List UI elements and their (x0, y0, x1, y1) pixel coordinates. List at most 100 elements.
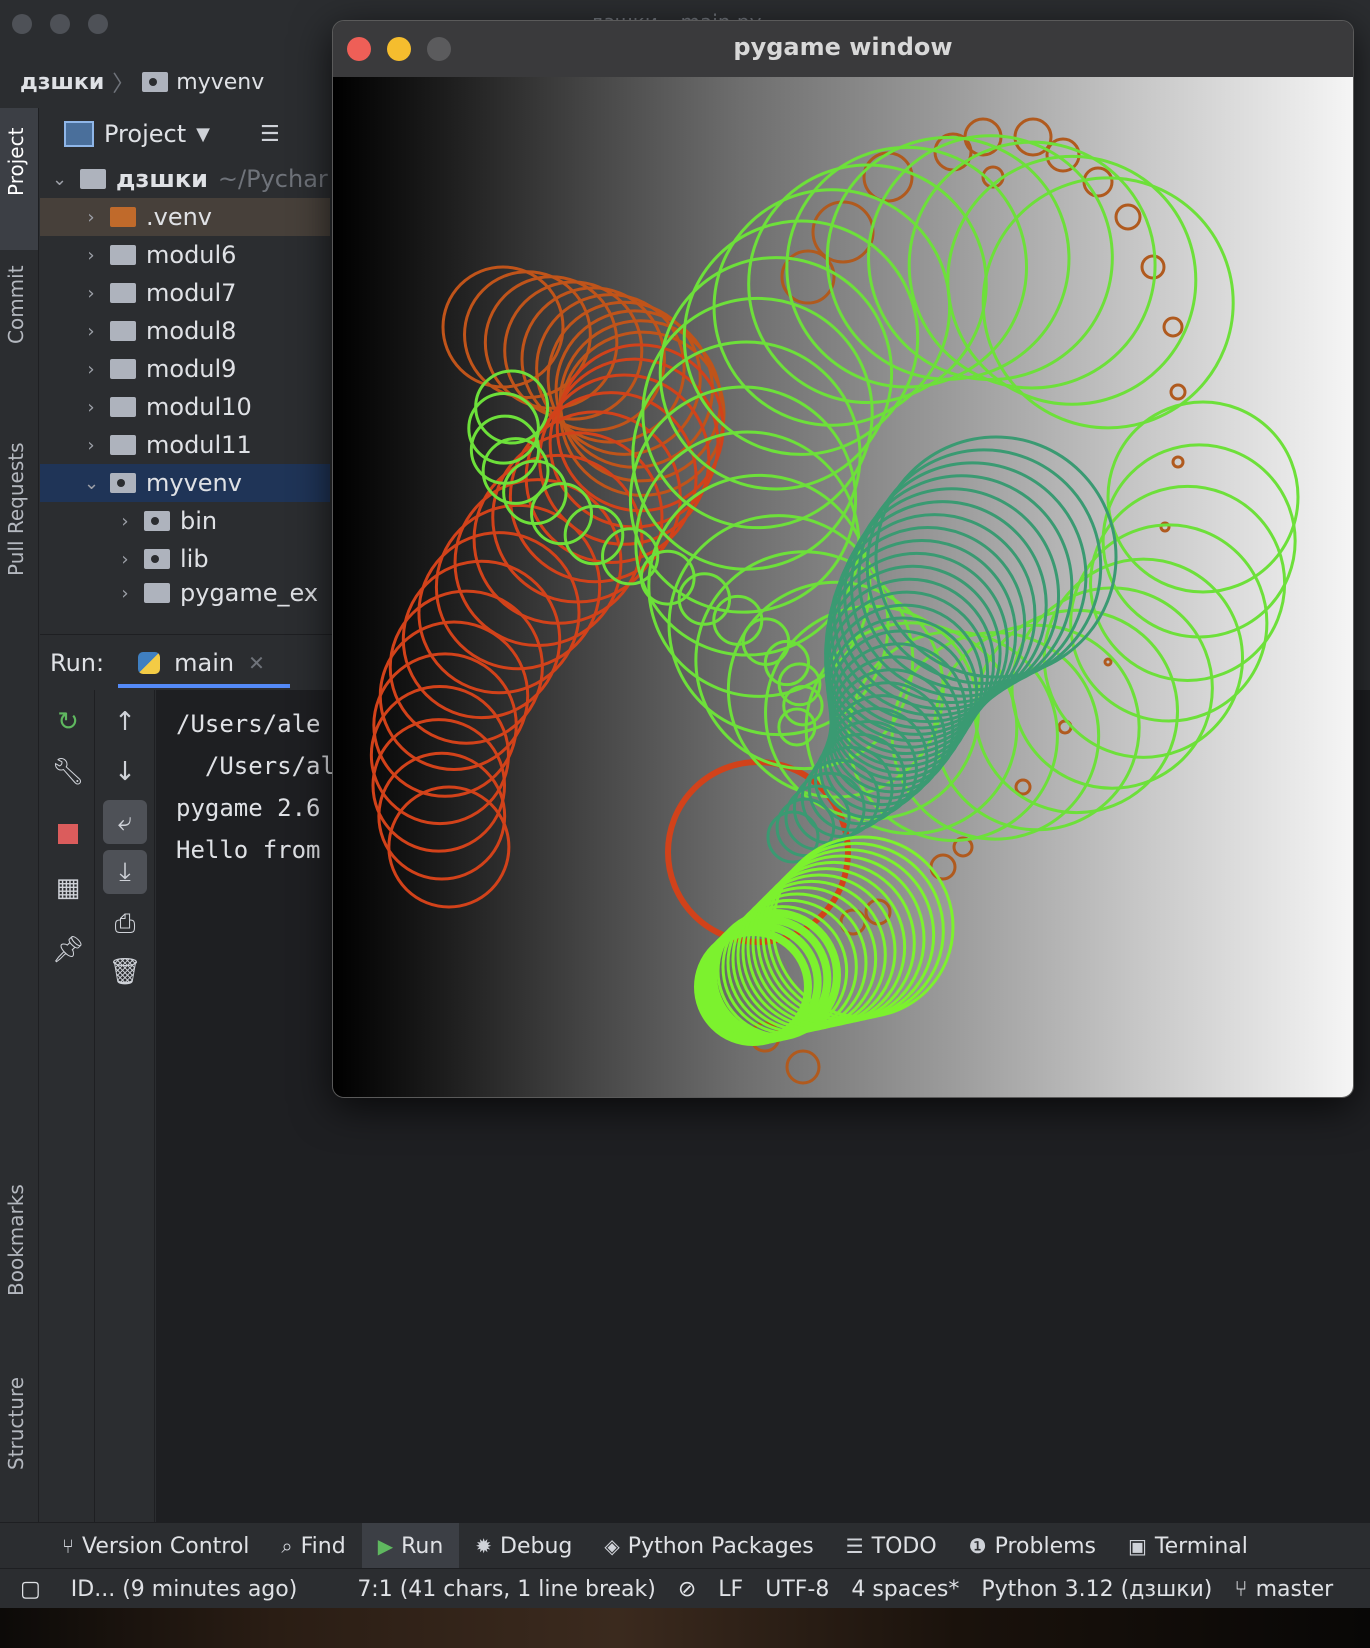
chevron-down-icon[interactable]: ⌄ (84, 473, 99, 494)
pygame-title: pygame window (733, 33, 953, 61)
desktop-background (0, 1608, 1370, 1648)
tree-item-modul8[interactable]: › modul8 (40, 312, 330, 350)
chevron-down-icon[interactable]: ⌄ (52, 169, 67, 190)
tree-item-modul10[interactable]: › modul10 (40, 388, 330, 426)
tab-todo[interactable]: ☰ TODO (830, 1523, 953, 1569)
trail-circle (634, 430, 861, 657)
stop-icon[interactable] (46, 812, 90, 856)
tab-bookmarks[interactable]: Bookmarks (4, 1184, 28, 1296)
soft-wrap-icon[interactable]: ⤶ (103, 800, 147, 844)
tree-root[interactable]: ⌄ дзшки ~/Pychar (40, 160, 330, 198)
chevron-down-icon[interactable]: ▼ (196, 124, 210, 145)
tree-item-modul6[interactable]: › modul6 (40, 236, 330, 274)
tree-item-label: modul7 (146, 279, 237, 307)
collapse-all-icon[interactable]: ☰ (260, 122, 280, 147)
console-line: Hello from (176, 836, 321, 864)
tree-item-label: modul9 (146, 355, 237, 383)
trail-circle (1089, 484, 1287, 682)
tab-python-packages[interactable]: ◈ Python Packages (588, 1523, 829, 1569)
chevron-right-icon[interactable]: › (84, 283, 98, 304)
chevron-right-icon[interactable]: › (84, 245, 98, 266)
arrow-up-icon[interactable]: ↑ (103, 700, 147, 744)
tree-item-modul11[interactable]: › modul11 (40, 426, 330, 464)
toggle-panels-icon[interactable]: ▢ (20, 1577, 41, 1602)
chevron-right-icon[interactable]: › (118, 583, 132, 604)
close-icon[interactable]: ✕ (248, 651, 265, 675)
pin-icon[interactable]: 📌︎ (46, 928, 90, 972)
tree-item-label: .venv (146, 203, 213, 231)
print-icon[interactable]: ⎙ (103, 902, 147, 946)
tree-item-pygame-ex[interactable]: › pygame_ex (40, 578, 330, 608)
run-tab-main[interactable]: main (174, 649, 234, 677)
zoom-dot[interactable] (88, 14, 108, 34)
tree-item-bin[interactable]: › bin (40, 502, 330, 540)
tab-run[interactable]: ▶ Run (361, 1523, 460, 1569)
tree-item-modul7[interactable]: › modul7 (40, 274, 330, 312)
folder-icon (110, 207, 136, 227)
tree-item-label: bin (180, 507, 218, 535)
tab-pull-requests[interactable]: Pull Requests (4, 442, 28, 576)
tree-item-label: myvenv (146, 469, 242, 497)
arrow-down-icon[interactable]: ↓ (103, 750, 147, 794)
python-icon (138, 652, 161, 674)
tab-project[interactable]: Project (4, 128, 28, 196)
tree-item-label: modul11 (146, 431, 252, 459)
tab-commit[interactable]: Commit (4, 265, 28, 344)
status-line-separator[interactable]: LF (718, 1577, 743, 1602)
run-panel-header: Run: main ✕ (40, 634, 340, 691)
scroll-to-end-icon[interactable]: ⤓ (103, 850, 147, 894)
tree-item-myvenv[interactable]: ⌄ myvenv (40, 464, 330, 502)
chevron-right-icon[interactable]: › (84, 435, 98, 456)
run-toolbar-secondary: ↑ ↓ ⤶ ⤓ ⎙ 🗑︎ (96, 690, 155, 1522)
play-icon: ▶ (377, 1534, 394, 1558)
folder-icon (144, 549, 170, 569)
status-encoding[interactable]: UTF-8 (765, 1577, 829, 1602)
breadcrumb-child[interactable]: myvenv (176, 70, 264, 95)
layout-icon[interactable]: ▦ (46, 866, 90, 910)
pygame-canvas[interactable] (333, 77, 1353, 1097)
rerun-icon[interactable]: ↻ (46, 700, 90, 744)
list-icon: ☰ (845, 1534, 864, 1558)
tab-find[interactable]: ⌕ Find (265, 1523, 361, 1569)
close-dot[interactable] (12, 14, 32, 34)
wrench-icon[interactable]: 🔧︎ (46, 750, 90, 794)
status-bar: ▢ ID... (9 minutes ago) 7:1 (41 chars, 1… (0, 1568, 1370, 1608)
chevron-right-icon[interactable]: › (84, 397, 98, 418)
breadcrumb-separator-icon: 〉 (112, 72, 135, 97)
minimize-dot[interactable] (50, 14, 70, 34)
layers-icon: ◈ (604, 1534, 620, 1558)
chevron-right-icon[interactable]: › (84, 321, 98, 342)
chevron-right-icon[interactable]: › (84, 207, 98, 228)
chevron-right-icon[interactable]: › (118, 511, 132, 532)
breadcrumb-root[interactable]: дзшки (20, 70, 104, 95)
tree-item-modul9[interactable]: › modul9 (40, 350, 330, 388)
tree-item-venv[interactable]: › .venv (40, 198, 330, 236)
tree-item-lib[interactable]: › lib (40, 540, 330, 578)
status-caret-position[interactable]: 7:1 (41 chars, 1 line break) (357, 1577, 656, 1602)
alert-icon: ❶ (968, 1534, 987, 1558)
pygame-titlebar[interactable]: pygame window (333, 21, 1353, 78)
tree-root-name: дзшки (116, 165, 208, 193)
status-message[interactable]: ID... (9 minutes ago) (71, 1577, 298, 1602)
status-branch[interactable]: master (1256, 1577, 1334, 1602)
trail-circle (1162, 316, 1184, 338)
tab-terminal[interactable]: ▣ Terminal (1112, 1523, 1264, 1569)
chevron-right-icon[interactable]: › (84, 359, 98, 380)
tab-problems[interactable]: ❶ Problems (953, 1523, 1112, 1569)
trail-circle (388, 589, 544, 745)
no-inspections-icon[interactable]: ⊘ (678, 1577, 696, 1602)
tab-debug[interactable]: ✹ Debug (459, 1523, 588, 1569)
bottom-tool-tabs: ⑂ Version Control ⌕ Find ▶ Run ✹ Debug ◈ Pyth… (0, 1522, 1370, 1569)
status-indent[interactable]: 4 spaces* (851, 1577, 959, 1602)
chevron-right-icon[interactable]: › (118, 549, 132, 570)
project-panel-title[interactable]: Project (104, 120, 186, 148)
tab-structure[interactable]: Structure (4, 1377, 28, 1470)
status-interpreter[interactable]: Python 3.12 (дзшки) (981, 1577, 1212, 1602)
circles-drawing (369, 117, 1300, 1085)
pygame-window[interactable]: pygame window (332, 20, 1354, 1098)
trail-circle (628, 385, 858, 614)
trail-circle (1171, 455, 1185, 469)
trash-icon[interactable]: 🗑︎ (103, 950, 147, 994)
tab-version-control[interactable]: ⑂ Version Control (46, 1523, 265, 1569)
branch-icon: ⑂ (1234, 1576, 1248, 1602)
